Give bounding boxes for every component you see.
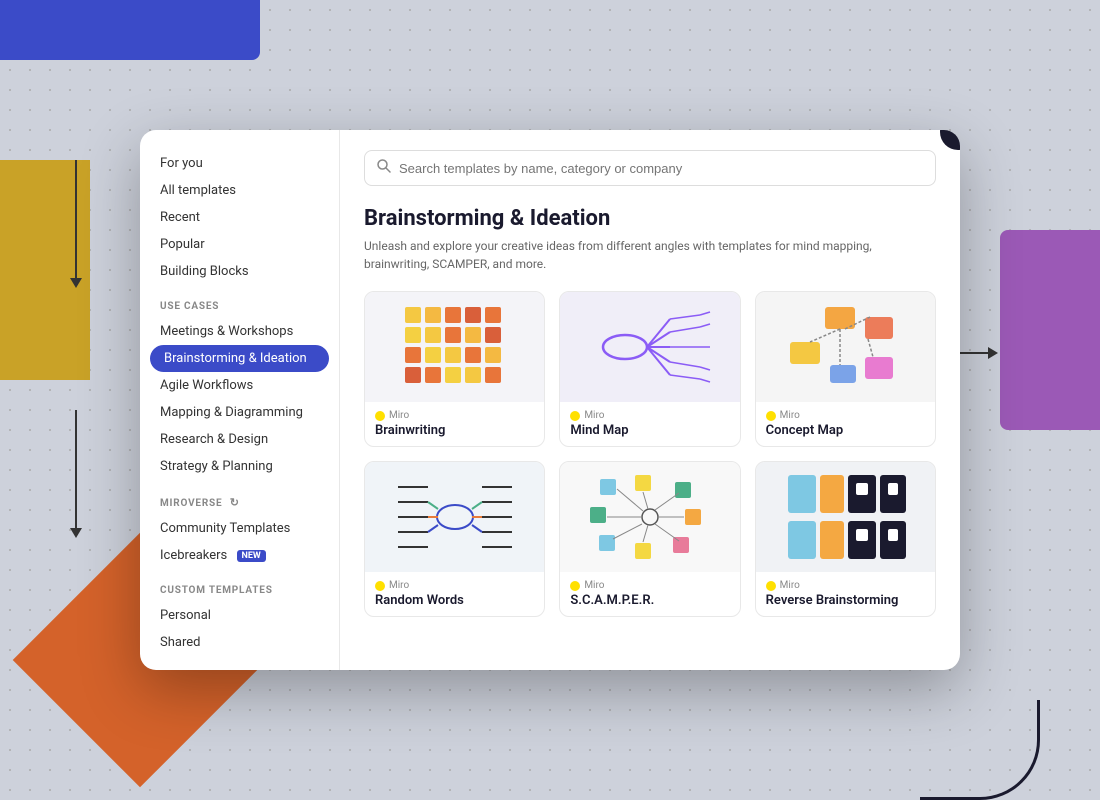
template-name-scamper: S.C.A.M.P.E.R. [570,593,729,608]
miro-dot [766,411,776,421]
template-provider-randomwords: Miro [375,580,534,591]
sidebar-item-mapping[interactable]: Mapping & Diagramming [140,399,339,426]
template-info-scamper: Miro S.C.A.M.P.E.R. [560,572,739,616]
new-badge: NEW [237,550,266,562]
miro-dot [375,581,385,591]
template-info-reversebrainstorm: Miro Reverse Brainstorming [756,572,935,616]
sidebar-item-community[interactable]: Community Templates [140,515,339,542]
sidebar-item-shared[interactable]: Shared [140,629,339,656]
modal-container: × For you All templates Recent Popular B… [140,130,960,670]
search-icon [377,159,391,177]
sidebar-item-personal[interactable]: Personal [140,602,339,629]
template-name-brainwriting: Brainwriting [375,423,534,438]
template-provider-brainwriting: Miro [375,410,534,421]
use-cases-label: USE CASES [140,285,339,318]
template-provider-scamper: Miro [570,580,729,591]
sidebar-item-research[interactable]: Research & Design [140,426,339,453]
template-thumb-brainwriting [365,292,544,402]
search-input[interactable] [399,161,923,176]
template-thumb-conceptmap [756,292,935,402]
page-description: Unleash and explore your creative ideas … [364,237,904,273]
template-name-mindmap: Mind Map [570,423,729,438]
templates-grid: Miro Brainwriting [364,291,936,617]
custom-templates-label: CUSTOM TEMPLATES [140,569,339,602]
miro-dot [570,411,580,421]
template-card-scamper[interactable]: Miro S.C.A.M.P.E.R. [559,461,740,617]
template-card-conceptmap[interactable]: Miro Concept Map [755,291,936,447]
template-card-randomwords[interactable]: Miro Random Words [364,461,545,617]
miro-dot [375,411,385,421]
sidebar-item-brainstorming[interactable]: Brainstorming & Ideation [150,345,329,372]
template-provider-mindmap: Miro [570,410,729,421]
template-name-randomwords: Random Words [375,593,534,608]
template-info-conceptmap: Miro Concept Map [756,402,935,446]
sidebar-nav-popular[interactable]: Popular [140,231,339,258]
sidebar-item-strategy[interactable]: Strategy & Planning [140,453,339,480]
template-thumb-randomwords [365,462,544,572]
search-bar[interactable] [364,150,936,186]
template-card-reversebrainstorm[interactable]: Miro Reverse Brainstorming [755,461,936,617]
sidebar-nav-for-you[interactable]: For you [140,150,339,177]
template-card-brainwriting[interactable]: Miro Brainwriting [364,291,545,447]
sidebar-nav-building-blocks[interactable]: Building Blocks [140,258,339,285]
miro-dot [570,581,580,591]
main-content: Brainstorming & Ideation Unleash and exp… [340,130,960,670]
sidebar-item-icebreakers[interactable]: Icebreakers NEW [140,542,339,569]
sidebar-nav-all-templates[interactable]: All templates [140,177,339,204]
template-name-conceptmap: Concept Map [766,423,925,438]
sidebar-item-meetings[interactable]: Meetings & Workshops [140,318,339,345]
template-name-reversebrainstorm: Reverse Brainstorming [766,593,925,608]
miroverse-label: MIROVERSE ↻ [140,480,339,515]
modal-overlay: × For you All templates Recent Popular B… [0,0,1100,800]
template-info-randomwords: Miro Random Words [365,572,544,616]
template-thumb-scamper [560,462,739,572]
sidebar-nav-recent[interactable]: Recent [140,204,339,231]
sidebar: For you All templates Recent Popular Bui… [140,130,340,670]
page-title: Brainstorming & Ideation [364,206,936,231]
template-provider-reversebrainstorm: Miro [766,580,925,591]
miro-dot [766,581,776,591]
template-thumb-reversebrainstorm [756,462,935,572]
sidebar-item-agile[interactable]: Agile Workflows [140,372,339,399]
template-card-mindmap[interactable]: Miro Mind Map [559,291,740,447]
template-info-mindmap: Miro Mind Map [560,402,739,446]
template-thumb-mindmap [560,292,739,402]
template-info-brainwriting: Miro Brainwriting [365,402,544,446]
template-provider-conceptmap: Miro [766,410,925,421]
